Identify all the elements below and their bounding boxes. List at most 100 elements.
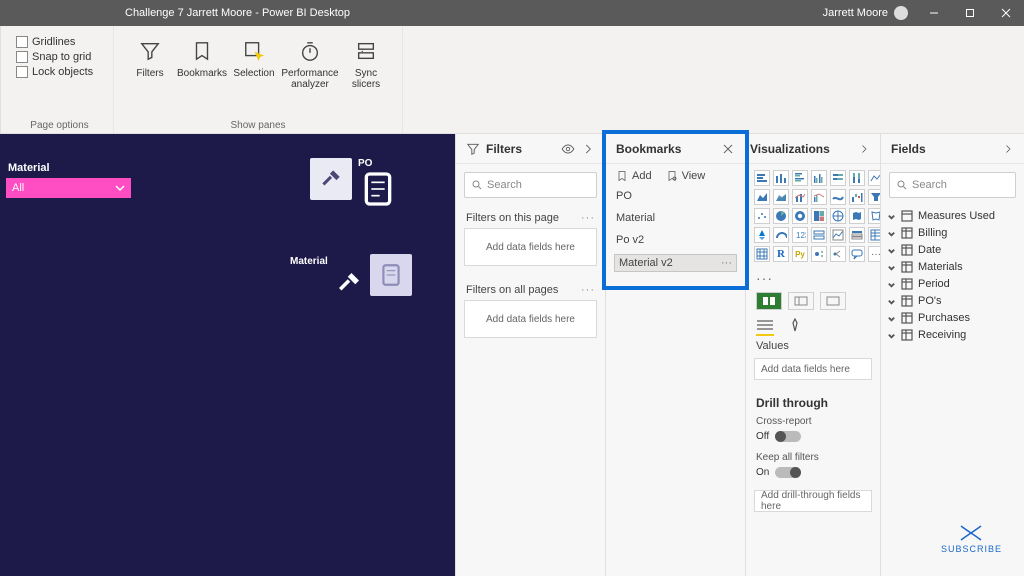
close-icon[interactable]: [721, 142, 735, 156]
panel-title: Bookmarks: [616, 142, 681, 156]
more-icon[interactable]: ···: [581, 212, 595, 224]
visualizations-panel: Visualizations: [745, 134, 880, 576]
bookmark-view-button[interactable]: View: [666, 170, 706, 182]
viz-line-clustered-column[interactable]: [811, 189, 827, 205]
viz-filled-map[interactable]: [849, 208, 865, 224]
cross-report-toggle[interactable]: Off: [746, 429, 880, 450]
filters-page-well[interactable]: Add data fields here: [464, 228, 597, 266]
performance-analyzer-button[interactable]: Performance analyzer: [280, 32, 340, 90]
viz-stacked-area[interactable]: [773, 189, 789, 205]
filters-search-input[interactable]: Search: [464, 172, 597, 198]
viz-multi-card[interactable]: [811, 227, 827, 243]
viz-area[interactable]: [754, 189, 770, 205]
user-label[interactable]: Jarrett Moore: [823, 6, 908, 20]
field-table[interactable]: Date: [887, 244, 1018, 256]
minimize-button[interactable]: [916, 0, 952, 26]
viz-decomposition[interactable]: [830, 246, 846, 262]
filters-all-section: Filters on all pages···: [456, 278, 605, 300]
viz-ribbon[interactable]: [830, 189, 846, 205]
field-table[interactable]: Billing: [887, 227, 1018, 239]
field-table[interactable]: Measures Used: [887, 210, 1018, 222]
bookmarks-panel: Bookmarks Add View PO Material Po v2 Mat…: [605, 134, 745, 576]
viz-treemap[interactable]: [811, 208, 827, 224]
field-table[interactable]: Materials: [887, 261, 1018, 273]
viz-kpi[interactable]: [830, 227, 846, 243]
format-tab-2[interactable]: [788, 292, 814, 310]
close-button[interactable]: [988, 0, 1024, 26]
bookmark-item-selected[interactable]: Material v2···: [614, 254, 737, 272]
fields-search-input[interactable]: Search: [889, 172, 1016, 198]
viz-clustered-column[interactable]: [811, 170, 827, 186]
viz-key-influencers[interactable]: [811, 246, 827, 262]
snap-to-grid-checkbox[interactable]: Snap to grid: [16, 51, 103, 63]
viz-100-stacked-column[interactable]: [849, 170, 865, 186]
viz-matrix[interactable]: [754, 246, 770, 262]
viz-map[interactable]: [830, 208, 846, 224]
drillthrough-well[interactable]: Add drill-through fields here: [754, 490, 872, 512]
gridlines-checkbox[interactable]: Gridlines: [16, 36, 103, 48]
format-tab-1[interactable]: [756, 292, 782, 310]
format-tab[interactable]: [786, 318, 804, 336]
fields-panel: Fields Search Measures Used Billing Date…: [880, 134, 1024, 576]
viz-card[interactable]: 123: [792, 227, 808, 243]
bookmark-item[interactable]: Po v2: [614, 232, 737, 248]
tile-label: Material: [290, 256, 328, 267]
ribbon-group-page-options: Gridlines Snap to grid Lock objects Page…: [6, 26, 114, 133]
viz-waterfall[interactable]: [849, 189, 865, 205]
panel-title: Fields: [891, 142, 926, 156]
field-table[interactable]: Period: [887, 278, 1018, 290]
viz-stacked-bar[interactable]: [754, 170, 770, 186]
format-tab-3[interactable]: [820, 292, 846, 310]
ribbon-group-show-panes: Filters Bookmarks Selection Performance …: [114, 26, 403, 133]
field-table[interactable]: Receiving: [887, 329, 1018, 341]
eye-icon[interactable]: [561, 142, 575, 156]
values-label: Values: [746, 338, 880, 354]
filters-all-well[interactable]: Add data fields here: [464, 300, 597, 338]
viz-pie[interactable]: [773, 208, 789, 224]
more-icon[interactable]: ···: [581, 284, 595, 296]
maximize-button[interactable]: [952, 0, 988, 26]
material-slicer[interactable]: All: [6, 178, 131, 198]
viz-python[interactable]: Py: [792, 246, 808, 262]
bookmark-add-icon: [616, 170, 628, 182]
sync-slicers-button[interactable]: Sync slicers: [340, 32, 392, 90]
more-icon[interactable]: ···: [721, 257, 732, 269]
viz-qa[interactable]: [849, 246, 865, 262]
titlebar: Challenge 7 Jarrett Moore - Power BI Des…: [0, 0, 1024, 26]
bookmark-item[interactable]: Material: [614, 210, 737, 226]
values-well[interactable]: Add data fields here: [754, 358, 872, 380]
viz-donut[interactable]: [792, 208, 808, 224]
chevron-right-icon[interactable]: [581, 142, 595, 156]
material-tile[interactable]: Material: [290, 254, 412, 303]
viz-100-stacked-bar[interactable]: [830, 170, 846, 186]
user-avatar[interactable]: [894, 6, 908, 20]
viz-r[interactable]: R: [773, 246, 789, 262]
more-viz[interactable]: ···: [746, 268, 880, 288]
viz-gauge[interactable]: [773, 227, 789, 243]
po-tile[interactable]: PO: [310, 158, 398, 214]
viz-scatter[interactable]: [754, 208, 770, 224]
hammer-icon: [334, 268, 364, 303]
viz-azure-map[interactable]: [754, 227, 770, 243]
filters-pane-button[interactable]: Filters: [124, 32, 176, 90]
bookmark-item[interactable]: PO: [614, 188, 737, 204]
bookmarks-pane-button[interactable]: Bookmarks: [176, 32, 228, 90]
field-table[interactable]: PO's: [887, 295, 1018, 307]
lock-objects-checkbox[interactable]: Lock objects: [16, 66, 103, 78]
bookmark-view-icon: [666, 170, 678, 182]
chevron-right-icon[interactable]: [858, 143, 870, 155]
fields-tab[interactable]: [756, 318, 774, 336]
subscribe-badge[interactable]: SUBSCRIBE: [941, 524, 1002, 554]
viz-line-column[interactable]: [792, 189, 808, 205]
chevron-right-icon[interactable]: [1002, 143, 1014, 155]
viz-slicer[interactable]: [849, 227, 865, 243]
selection-pane-button[interactable]: Selection: [228, 32, 280, 90]
viz-stacked-column[interactable]: [773, 170, 789, 186]
field-table[interactable]: Purchases: [887, 312, 1018, 324]
bookmark-icon: [189, 38, 215, 64]
slicer-title: Material: [8, 162, 50, 174]
viz-clustered-bar[interactable]: [792, 170, 808, 186]
keep-filters-toggle[interactable]: On: [746, 465, 880, 486]
bookmark-add-button[interactable]: Add: [616, 170, 652, 182]
report-canvas[interactable]: Material All PO Material: [0, 134, 455, 576]
